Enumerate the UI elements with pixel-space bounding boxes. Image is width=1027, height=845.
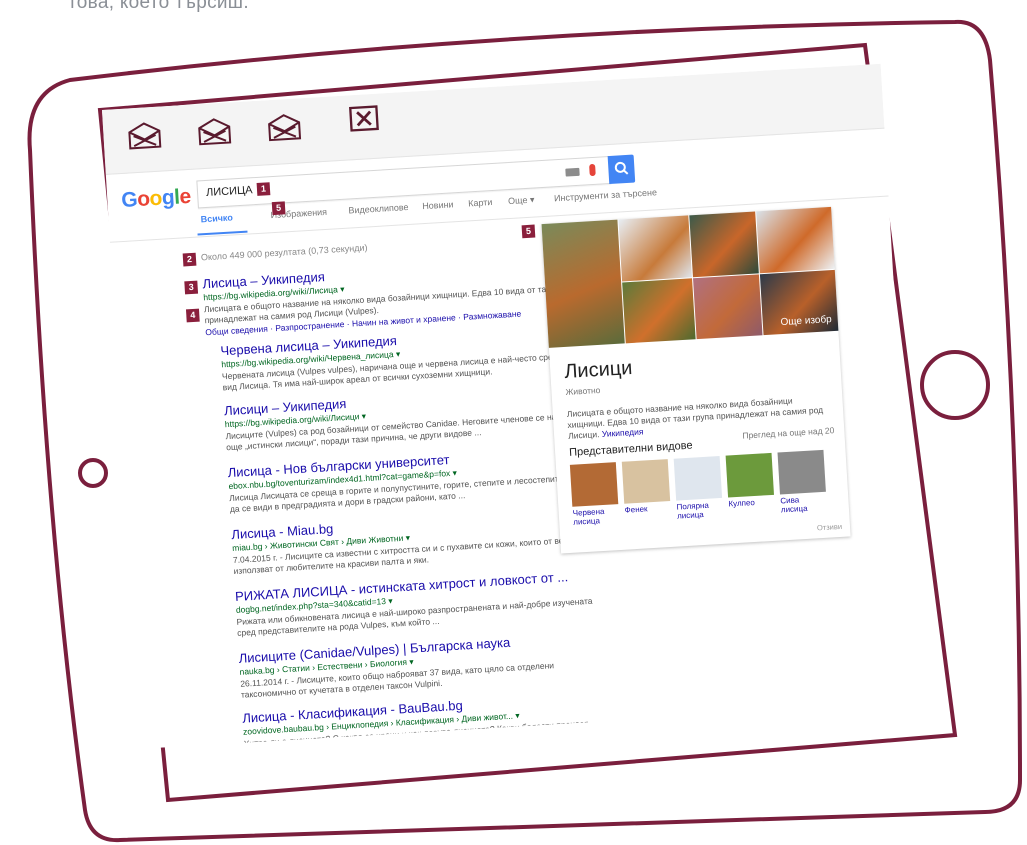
search-result: Лисици – Уикипедия https://bg.wikipedia.…	[224, 382, 592, 454]
result-stats: Около 449 000 резултата (0,73 секунди)	[200, 242, 368, 263]
search-result: РИЖАТА ЛИСИЦА - истинската хитрост и лов…	[235, 567, 603, 639]
camera-dot	[78, 458, 108, 488]
search-button[interactable]	[607, 154, 636, 185]
fox-photo[interactable]	[541, 219, 625, 348]
tab-maps[interactable]: Карти	[468, 197, 493, 208]
species-image	[725, 452, 775, 498]
marker-badge: 5	[271, 201, 286, 216]
species-name: Кулпео	[728, 497, 756, 509]
fox-photo-grid[interactable]: Още изобр	[541, 206, 839, 348]
species-name: Червена лисица	[572, 506, 605, 527]
marker-badge: 5	[521, 224, 536, 239]
search-result: Лисица - Miau.bg miau.bg › Животински Св…	[231, 505, 599, 577]
species-heading: Представителни видове	[568, 439, 693, 459]
envelope-x-icon[interactable]	[127, 121, 163, 151]
marker-badge: 1	[256, 182, 271, 196]
species-image	[569, 462, 619, 507]
envelope-x-icon[interactable]	[267, 112, 303, 142]
search-query: ЛИСИЦА	[205, 184, 253, 199]
search-result: Лисиците (Canidae/Vulpes) | Българска на…	[238, 629, 606, 701]
envelope-x-icon[interactable]	[197, 116, 233, 146]
fox-photo[interactable]	[622, 278, 696, 344]
species-image	[621, 459, 671, 504]
search-result: Лисица - Нов български университет ebox.…	[227, 443, 595, 515]
species-card[interactable]: Фенек	[621, 459, 671, 515]
tab-videos[interactable]: Видеоклипове	[348, 202, 409, 216]
fox-photo[interactable]	[693, 274, 763, 340]
tab-all[interactable]: Всичко	[200, 212, 233, 224]
keyboard-icon[interactable]	[565, 167, 580, 177]
google-logo[interactable]: Google	[121, 185, 192, 213]
species-name: Сива лисица	[780, 495, 808, 515]
marker-badge: 2	[182, 252, 197, 267]
home-button	[920, 350, 990, 420]
marker-badge: 3	[184, 280, 199, 295]
more-images-link[interactable]: Още изобр	[780, 314, 832, 328]
knowledge-panel: Още изобр Лисици Животно Лисицата е общо…	[541, 206, 851, 554]
wikipedia-link[interactable]: Уикипедия	[601, 426, 643, 438]
species-card[interactable]: Полярна лисица	[673, 455, 724, 521]
species-name: Полярна лисица	[676, 500, 710, 521]
microphone-icon[interactable]	[589, 163, 596, 177]
species-card[interactable]: Кулпео	[725, 452, 775, 509]
feedback-link[interactable]: Отзиви	[817, 522, 843, 532]
species-image	[777, 449, 826, 495]
fox-photo[interactable]	[689, 211, 759, 278]
species-name: Фенек	[624, 504, 648, 515]
magnifier-icon	[614, 161, 629, 175]
fox-photo[interactable]	[756, 206, 835, 274]
panel-title: Лисици	[563, 357, 633, 384]
close-box-icon[interactable]	[346, 103, 382, 133]
species-card[interactable]: Червена лисица	[569, 462, 620, 527]
panel-subtitle: Животно	[565, 384, 601, 397]
tab-more[interactable]: Още ▾	[508, 195, 535, 208]
fox-photo[interactable]	[618, 215, 692, 282]
tab-search-tools[interactable]: Инструменти за търсене	[554, 187, 657, 203]
tab-news[interactable]: Новини	[422, 199, 454, 211]
fox-photo[interactable]: Още изобр	[759, 269, 839, 336]
tablet-screen: Google ЛИСИЦА 1 Всичко Изображения Видео…	[102, 63, 919, 749]
species-card[interactable]: Сива лисица	[777, 449, 828, 515]
marker-badge: 4	[185, 308, 200, 323]
species-image	[673, 455, 723, 501]
